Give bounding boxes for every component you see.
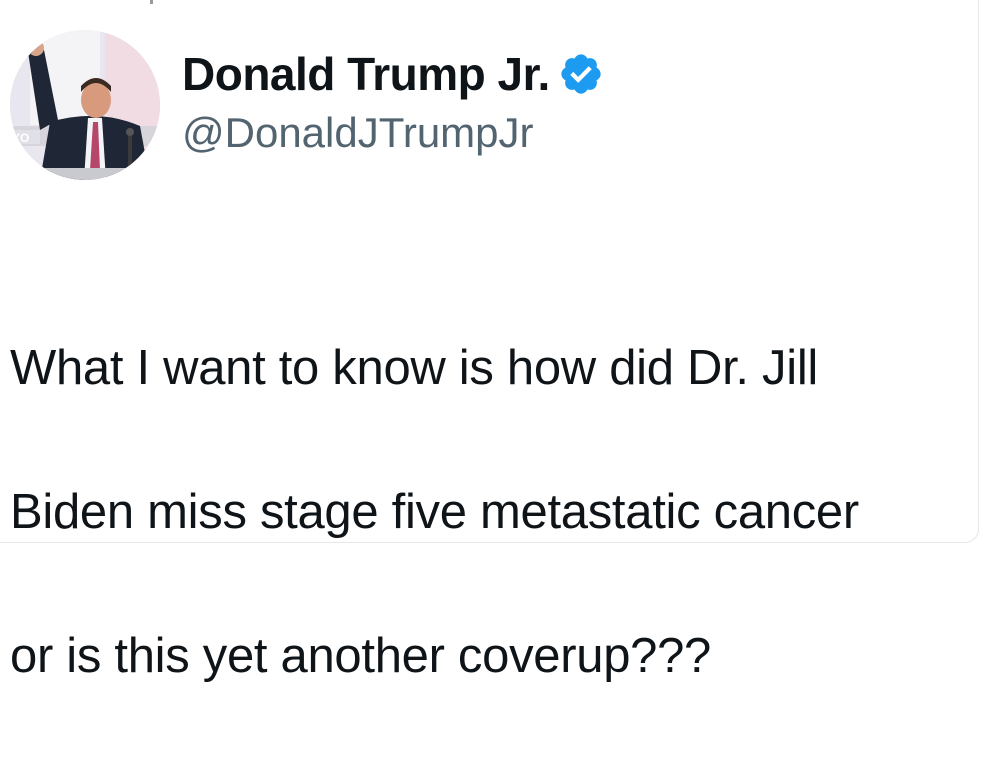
svg-text:YO: YO xyxy=(12,131,29,145)
tweet-text-line: Biden miss stage five metastatic cancer xyxy=(10,485,859,539)
avatar[interactable]: YO xyxy=(10,30,160,180)
tweet-text: What I want to know is how did Dr. Jill … xyxy=(10,260,970,764)
tweet-text-line: or is this yet another coverup??? xyxy=(10,629,712,683)
display-name[interactable]: Donald Trump Jr. xyxy=(182,51,550,97)
tweet-text-line: What I want to know is how did Dr. Jill xyxy=(10,341,818,395)
author-handle[interactable]: @DonaldJTrumpJr xyxy=(182,112,534,154)
cropped-fragment xyxy=(150,0,153,4)
author-row: Donald Trump Jr. xyxy=(182,46,604,102)
tweet-card: YO Donald Trump Jr. @DonaldJTrumpJr What… xyxy=(0,0,979,683)
verified-badge-icon xyxy=(561,54,601,94)
